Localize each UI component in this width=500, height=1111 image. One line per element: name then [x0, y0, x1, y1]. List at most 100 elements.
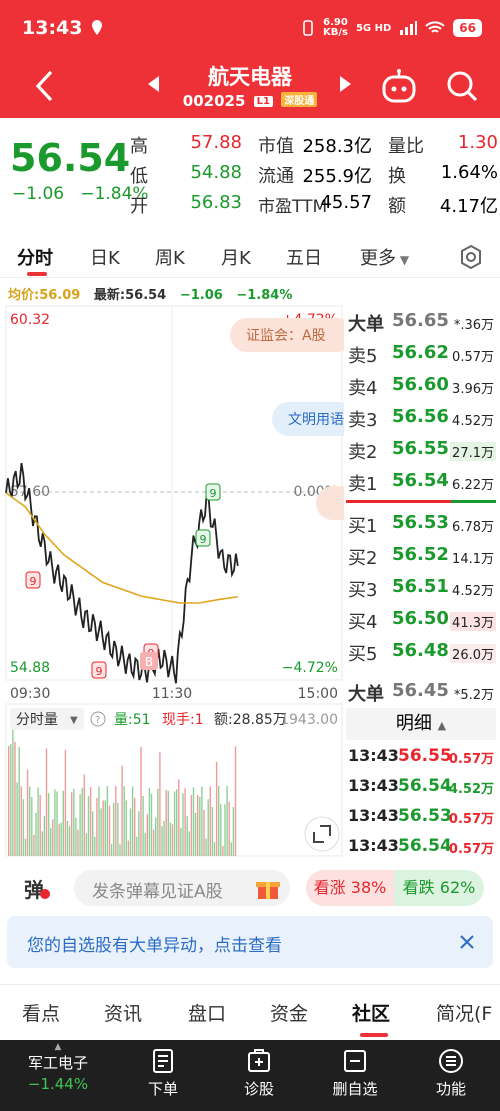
search-icon[interactable] [444, 68, 480, 104]
volume-bar [73, 788, 75, 856]
marker-9-c[interactable]: 9 [25, 571, 41, 589]
volume-bar [77, 829, 79, 856]
big-sell-row[interactable]: 大单 56.65 *.36万 [346, 306, 496, 338]
volume-bar [173, 791, 176, 856]
danmu-icon[interactable]: 弹 [24, 874, 50, 903]
settings-icon[interactable] [458, 244, 484, 270]
news-bubble-1[interactable]: 证监会：A股 [230, 318, 354, 352]
volume-caret-icon: ▼ [70, 715, 78, 726]
close-icon[interactable] [459, 934, 475, 950]
tab-weekly-k[interactable]: 周K [155, 244, 185, 270]
volume-bar [37, 787, 39, 856]
volume-bar [232, 807, 235, 856]
amount-row: 额 4.17亿 [388, 192, 498, 218]
volume-bar [87, 796, 90, 856]
volume-bar [31, 797, 33, 856]
bid-vol: 41.3万 [450, 612, 496, 631]
volume-bar [79, 794, 81, 856]
news-bubble-2[interactable]: 文明用语 [272, 402, 356, 436]
danmu-input[interactable]: 发条弹幕见证A股 [74, 870, 290, 906]
tab-five-day[interactable]: 五日 [286, 244, 322, 270]
volume-bar [96, 798, 98, 856]
volume-bar [218, 786, 220, 856]
volume-bar [228, 801, 230, 856]
volume-bar [234, 746, 237, 856]
bid-row[interactable]: 买3 56.51 4.52万 [346, 572, 496, 604]
news-bubble-2-text: 文明用语 [288, 412, 344, 428]
volume-bar [29, 786, 31, 856]
tab-daily-k[interactable]: 日K [90, 244, 120, 270]
big-buy-row[interactable]: 大单 56.45 *5.2万 [346, 676, 496, 708]
tab-community[interactable]: 社区 [352, 999, 390, 1026]
order-button[interactable]: 下单 [128, 1048, 198, 1099]
remove-watchlist-button[interactable]: 删自选 [320, 1048, 390, 1099]
volume-bar [81, 787, 83, 856]
y-axis-top: 60.32 [10, 312, 50, 328]
volume-value: 量:51 [114, 712, 151, 728]
volume-bar [176, 789, 178, 856]
big-sell-vol: *.36万 [453, 318, 494, 333]
ask-price: 56.62 [392, 342, 449, 363]
bullish-button[interactable]: 看涨 38% [306, 870, 394, 906]
tab-market[interactable]: 盘口 [188, 999, 226, 1026]
volume-bar [142, 796, 144, 856]
ask-row[interactable]: 卖5 56.62 0.57万 [346, 338, 496, 370]
bid-row[interactable]: 买5 56.48 26.0万 [346, 636, 496, 668]
tab-monthly-k[interactable]: 月K [221, 244, 251, 270]
sector-indicator[interactable]: ▲ 军工电子 −1.44% [0, 1042, 116, 1093]
ask-row[interactable]: 卖1 56.54 6.22万 [346, 466, 496, 498]
fullscreen-icon[interactable] [304, 816, 340, 852]
volume-tab-label: 分时量 [16, 712, 58, 728]
intraday-chart[interactable]: 60.32 57.60 54.88 +4.72% 0.00% −4.72% 证监… [0, 304, 356, 864]
marker-9-d-label: 9 [96, 665, 103, 678]
robot-icon[interactable] [380, 68, 418, 106]
bearish-button[interactable]: 看跌 62% [394, 870, 484, 906]
ask-vol: 3.96万 [452, 382, 494, 397]
ask-row[interactable]: 卖3 56.56 4.52万 [346, 402, 496, 434]
gift-icon[interactable] [254, 874, 282, 902]
bid-row[interactable]: 买2 56.52 14.1万 [346, 540, 496, 572]
volume-bar [14, 741, 16, 856]
volume-bar [201, 786, 203, 856]
detail-header[interactable]: 明细 ▲ [346, 708, 496, 740]
volume-bar [148, 787, 151, 856]
vr-value: 1.30 [457, 132, 498, 153]
pe-value: 45.57 [320, 192, 372, 213]
volume-bar [188, 831, 190, 856]
tab-news[interactable]: 资讯 [104, 999, 142, 1026]
ask-row[interactable]: 卖4 56.60 3.96万 [346, 370, 496, 402]
diagnose-button[interactable]: 诊股 [224, 1048, 294, 1099]
watchlist-notice[interactable]: 您的自选股有大单异动，点击查看 [7, 916, 493, 968]
battery-icon: 66 [453, 19, 482, 37]
function-button[interactable]: 功能 [416, 1048, 486, 1099]
volume-bar [10, 744, 12, 856]
volume-bar [71, 792, 73, 856]
volume-bar [190, 795, 193, 856]
signal-icon [400, 21, 418, 35]
bid-row[interactable]: 买1 56.53 6.78万 [346, 508, 496, 540]
bid-price: 56.51 [392, 576, 449, 597]
vibrate-icon [303, 20, 313, 36]
volume-bar [113, 802, 115, 856]
marker-9-b-label: 9 [200, 533, 207, 546]
tab-more[interactable]: 更多 ▼ [360, 244, 409, 270]
tab-funds[interactable]: 资金 [270, 999, 308, 1026]
tab-profile[interactable]: 简况(F [436, 999, 492, 1026]
marker-buy[interactable]: B [140, 652, 158, 670]
marker-9-b[interactable]: 9 [195, 529, 211, 547]
volume-bar [94, 836, 96, 856]
volume-bar [41, 831, 43, 856]
bid-row[interactable]: 买4 56.50 41.3万 [346, 604, 496, 636]
sector-name: 军工电子 [27, 1054, 88, 1072]
volume-bar [155, 817, 157, 856]
pct-axis-bottom: −4.72% [282, 660, 338, 676]
volume-bar [8, 746, 10, 856]
marker-9-a[interactable]: 9 [205, 483, 221, 501]
tab-intraday[interactable]: 分时 [17, 244, 53, 270]
detail-time: 13:43 [348, 836, 399, 855]
ask-row[interactable]: 卖2 56.55 27.1万 [346, 434, 496, 466]
turnover-value: 1.64% [440, 162, 498, 183]
volume-tab[interactable]: 分时量 ▼ [10, 708, 84, 730]
tab-highlights[interactable]: 看点 [22, 999, 60, 1026]
marker-9-d[interactable]: 9 [91, 661, 107, 679]
